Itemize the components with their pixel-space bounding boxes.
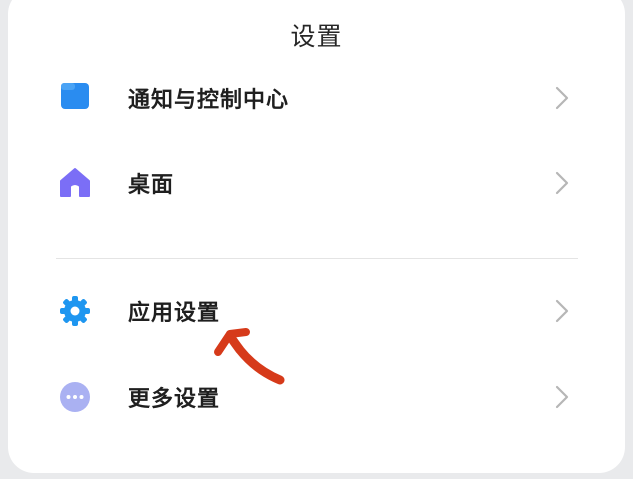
folder-icon <box>58 81 92 115</box>
home-icon <box>58 166 92 200</box>
gear-icon <box>58 294 92 328</box>
section-divider <box>56 258 578 259</box>
chevron-right-icon <box>553 85 571 111</box>
chevron-right-icon <box>553 384 571 410</box>
chevron-right-icon <box>553 170 571 196</box>
settings-item-app-settings[interactable]: 应用设置 <box>8 269 625 353</box>
more-dots-icon <box>58 380 92 414</box>
settings-item-label: 通知与控制中心 <box>128 88 290 113</box>
page-title: 设置 <box>290 22 343 51</box>
annotation-arrow-icon <box>214 328 285 385</box>
settings-item-desktop[interactable]: 桌面 <box>8 141 625 225</box>
settings-item-label: 桌面 <box>128 173 175 198</box>
settings-item-notifications[interactable]: 通知与控制中心 <box>8 56 625 140</box>
settings-item-more-settings[interactable]: 更多设置 <box>8 355 625 439</box>
chevron-right-icon <box>553 298 571 324</box>
settings-card: 设置 通知与控制中心 桌面 应用设置 更多设置 <box>8 0 625 473</box>
